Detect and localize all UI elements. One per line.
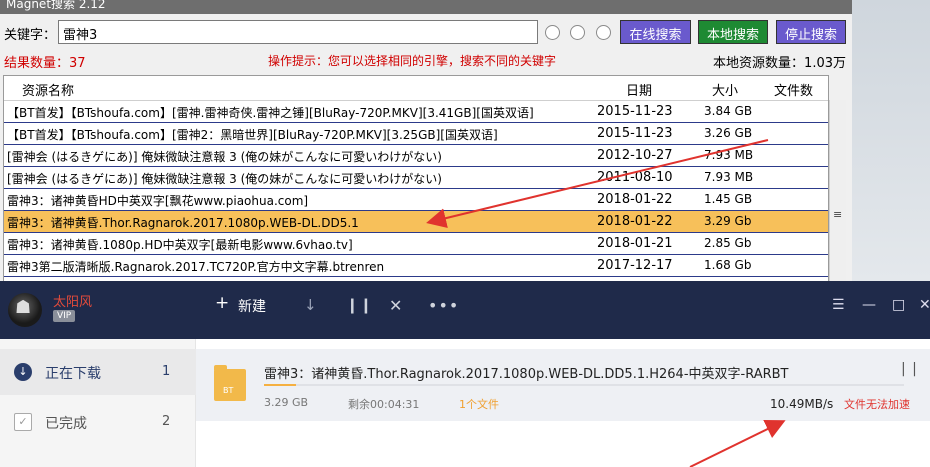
column-size[interactable]: 大小 [712, 80, 738, 99]
plus-icon[interactable]: + [215, 293, 229, 313]
row-size: 3.29 Gb [704, 214, 752, 228]
row-date: 2011-08-10 [597, 170, 673, 185]
table-row[interactable]: [雷神会 (はるきゲにあ)] 俺妹微缺注意報 3 (俺の妹がこんなに可愛いわけが… [4, 167, 828, 189]
magnet-search-window: Magnet搜索 2.12 关键字： 雷神3 在线搜索 本地搜索 停止搜索 结果… [0, 0, 852, 283]
engine-radio-1[interactable] [545, 25, 560, 40]
more-icon[interactable]: ••• [428, 296, 459, 315]
row-name: [雷神会 (はるきゲにあ)] 俺妹微缺注意報 3 (俺の妹がこんなに可愛いわけが… [7, 172, 442, 186]
minimize-icon[interactable]: — [862, 297, 876, 313]
file-badge: BT [223, 386, 234, 395]
row-size: 3.26 GB [704, 126, 753, 140]
row-name: 雷神3：诸神黄昏HD中英双字[飘花www.piaohua.com] [7, 194, 309, 208]
downloader-window: ☗ 太阳风 VIP + 新建 ↓ ❙❙ ✕ ••• ☰ — □ ✕ ↓ 正在下载… [0, 281, 930, 467]
result-rows: 【BT首发】【BTshoufa.com】[雷神.雷神奇侠.雷神之锤][BluRa… [4, 101, 828, 277]
row-size: 2.85 Gb [704, 236, 752, 250]
row-size: 1.68 Gb [704, 258, 752, 272]
pause-icon[interactable]: ❙❙ [346, 296, 373, 314]
table-row[interactable]: 【BT首发】【BTshoufa.com】[雷神2：黑暗世界][BluRay-72… [4, 123, 828, 145]
task-file-count[interactable]: 1个文件 [459, 396, 499, 412]
maximize-icon[interactable]: □ [892, 297, 905, 313]
nav-completed-count: 2 [162, 414, 171, 429]
vip-badge: VIP [53, 310, 76, 322]
stop-search-button[interactable]: 停止搜索 [776, 20, 846, 44]
nav-downloading-label: 正在下载 [45, 366, 101, 382]
username[interactable]: 太阳风 [53, 291, 92, 310]
table-row[interactable]: [雷神会 (はるきゲにあ)] 俺妹微缺注意報 3 (俺の妹がこんなに可愛いわけが… [4, 145, 828, 167]
list-header: 资源名称 日期 大小 文件数 [4, 76, 828, 101]
task-size: 3.29 GB [264, 396, 309, 409]
task-pause-icon[interactable]: | | [901, 361, 918, 377]
delete-icon[interactable]: ✕ [389, 296, 402, 315]
nav-completed[interactable]: ✓ 已完成 2 [0, 399, 196, 445]
local-resource-count: 本地资源数量：1.03万 [713, 56, 846, 71]
row-size: 7.93 MB [704, 148, 754, 162]
operation-hint: 操作提示：您可以选择相同的引擎，搜索不同的关键字 [268, 54, 557, 68]
row-date: 2012-10-27 [597, 148, 673, 163]
row-date: 2017-12-17 [597, 258, 673, 273]
avatar[interactable]: ☗ [8, 293, 42, 327]
table-row[interactable]: 雷神3：诸神黄昏HD中英双字[飘花www.piaohua.com] 2018-01… [4, 189, 828, 211]
task-progress-fill [264, 384, 296, 386]
row-name: 雷神3：诸神黄昏.Thor.Ragnarok.2017.1080p.WEB-DL… [7, 216, 359, 230]
download-circle-icon: ↓ [14, 363, 32, 381]
row-name: 雷神3：诸神黄昏.1080p.HD中英双字[最新电影www.6vhao.tv] [7, 238, 353, 252]
table-row[interactable]: 【BT首发】【BTshoufa.com】[雷神.雷神奇侠.雷神之锤][BluRa… [4, 101, 828, 123]
window-title: Magnet搜索 2.12 [6, 0, 106, 11]
background-window-strip [852, 0, 930, 283]
downloader-header: ☗ 太阳风 VIP + 新建 ↓ ❙❙ ✕ ••• ☰ — □ ✕ [0, 281, 930, 339]
nav-downloading-count: 1 [162, 364, 171, 379]
row-name: 雷神3第二版清晰版.Ragnarok.2017.TC720P.官方中文字幕.bt… [7, 260, 385, 274]
check-box-icon: ✓ [14, 413, 32, 431]
download-arrow-icon[interactable]: ↓ [304, 296, 317, 314]
nav-downloading[interactable]: ↓ 正在下载 1 [0, 349, 196, 395]
table-row[interactable]: 雷神3第二版清晰版.Ragnarok.2017.TC720P.官方中文字幕.bt… [4, 255, 828, 277]
row-name: 【BT首发】【BTshoufa.com】[雷神.雷神奇侠.雷神之锤][BluRa… [7, 106, 534, 120]
row-size: 3.84 GB [704, 104, 753, 118]
download-task-row[interactable]: BT 雷神3：诸神黄昏.Thor.Ragnarok.2017.1080p.WEB… [196, 349, 930, 421]
row-date: 2018-01-22 [597, 192, 673, 207]
row-date: 2015-11-23 [597, 126, 673, 141]
avatar-figure-icon: ☗ [15, 297, 32, 318]
nav-completed-label: 已完成 [45, 416, 87, 432]
table-row[interactable]: 雷神3：诸神黄昏.Thor.Ragnarok.2017.1080p.WEB-DL… [4, 211, 828, 233]
row-name: 【BT首发】【BTshoufa.com】[雷神2：黑暗世界][BluRay-72… [7, 128, 498, 142]
task-speed: 10.49MB/s [770, 397, 834, 411]
task-remaining: 剩余00:04:31 [348, 398, 420, 411]
row-date: 2015-11-23 [597, 104, 673, 119]
menu-icon[interactable]: ☰ [832, 297, 845, 313]
result-list: 资源名称 日期 大小 文件数 【BT首发】【BTshoufa.com】[雷神.雷… [3, 75, 829, 283]
column-name[interactable]: 资源名称 [22, 80, 74, 99]
task-progress-bar [264, 384, 904, 386]
result-count: 结果数量：37 [4, 56, 86, 71]
engine-radio-3[interactable] [596, 25, 611, 40]
online-search-button[interactable]: 在线搜索 [620, 20, 691, 44]
table-row[interactable]: 雷神3：诸神黄昏.1080p.HD中英双字[最新电影www.6vhao.tv] 2… [4, 233, 828, 255]
close-icon[interactable]: ✕ [919, 297, 930, 313]
scroll-grip-icon[interactable]: ≡ [833, 208, 842, 221]
folder-icon: BT [214, 365, 246, 401]
new-task-button[interactable]: 新建 [238, 296, 266, 316]
column-date[interactable]: 日期 [626, 80, 652, 99]
row-size: 1.45 GB [704, 192, 753, 206]
row-name: [雷神会 (はるきゲにあ)] 俺妹微缺注意報 3 (俺の妹がこんなに可愛いわけが… [7, 150, 442, 164]
local-search-button[interactable]: 本地搜索 [698, 20, 768, 44]
task-name: 雷神3：诸神黄昏.Thor.Ragnarok.2017.1080p.WEB-DL… [264, 367, 789, 382]
row-date: 2018-01-22 [597, 214, 673, 229]
task-accel-note: 文件无法加速 [844, 398, 910, 411]
window-titlebar: Magnet搜索 2.12 [0, 0, 852, 14]
engine-radio-2[interactable] [570, 25, 585, 40]
keyword-label: 关键字： [4, 28, 57, 43]
row-size: 7.93 MB [704, 170, 754, 184]
row-date: 2018-01-21 [597, 236, 673, 251]
list-scrollbar[interactable]: ≡ [829, 100, 846, 283]
column-files[interactable]: 文件数 [774, 80, 813, 99]
keyword-input[interactable]: 雷神3 [58, 20, 538, 44]
